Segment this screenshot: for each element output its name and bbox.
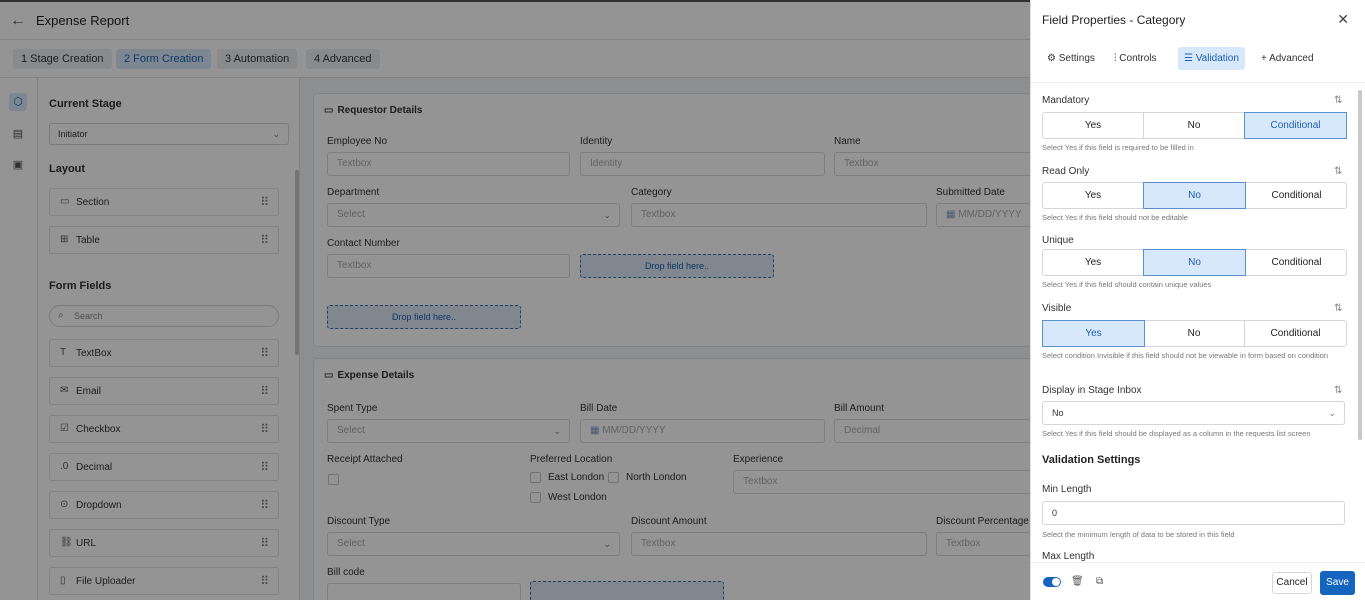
tab-controls[interactable]: ⫶ Controls (1108, 47, 1163, 70)
mandatory-yes[interactable]: Yes (1043, 113, 1144, 138)
plus-icon: + (1261, 53, 1270, 64)
min-length-hint: Select the minimum length of data to be … (1042, 530, 1235, 539)
display-inbox-label: Display in Stage Inbox (1042, 385, 1142, 396)
mandatory-hint: Select Yes if this field is required to … (1042, 143, 1194, 152)
display-inbox-hint: Select Yes if this field should be displ… (1042, 429, 1311, 438)
min-length-label: Min Length (1042, 484, 1092, 495)
copy-icon[interactable]: ⧉ (1096, 576, 1103, 587)
unique-toggle-group: Yes No Conditional (1042, 249, 1347, 276)
display-inbox-select[interactable]: No ⌄ (1042, 401, 1345, 425)
read-only-toggle-group: Yes No Conditional (1042, 182, 1347, 209)
unique-hint: Select Yes if this field should contain … (1042, 280, 1212, 289)
panel-title: Field Properties - Category (1042, 13, 1186, 27)
modal-overlay[interactable] (0, 0, 1030, 600)
cancel-button[interactable]: Cancel (1272, 572, 1312, 594)
enabled-toggle[interactable] (1043, 577, 1061, 587)
save-button[interactable]: Save (1320, 571, 1355, 595)
condition-rules-icon[interactable]: ⇅ (1334, 95, 1342, 106)
tab-validation[interactable]: ☰ Validation (1178, 47, 1245, 70)
validation-settings-heading: Validation Settings (1042, 454, 1141, 466)
condition-rules-icon[interactable]: ⇅ (1334, 303, 1342, 314)
visible-no[interactable]: No (1144, 321, 1245, 346)
visible-conditional[interactable]: Conditional (1245, 321, 1346, 346)
unique-no[interactable]: No (1143, 249, 1246, 276)
condition-rules-icon[interactable]: ⇅ (1334, 385, 1342, 396)
field-properties-panel: Field Properties - Category ✕ ⚙ Settings… (1030, 0, 1365, 600)
read-only-no[interactable]: No (1143, 182, 1246, 209)
read-only-conditional[interactable]: Conditional (1246, 183, 1347, 208)
list-check-icon: ☰ (1184, 53, 1196, 64)
tab-advanced[interactable]: + Advanced (1255, 47, 1320, 70)
read-only-yes[interactable]: Yes (1043, 183, 1144, 208)
condition-rules-icon[interactable]: ⇅ (1334, 166, 1342, 177)
visible-yes[interactable]: Yes (1042, 320, 1145, 347)
min-length-input[interactable]: 0 (1042, 501, 1345, 525)
read-only-label: Read Only (1042, 166, 1090, 177)
unique-yes[interactable]: Yes (1043, 250, 1144, 275)
trash-icon[interactable]: 🗑 (1071, 576, 1084, 587)
mandatory-conditional[interactable]: Conditional (1244, 112, 1347, 139)
max-length-label: Max Length (1042, 551, 1095, 562)
tab-settings[interactable]: ⚙ Settings (1041, 47, 1101, 70)
gear-icon: ⚙ (1047, 53, 1059, 64)
panel-scrollbar[interactable] (1358, 90, 1362, 440)
app: ← Expense Report 1 Stage Creation 2 Form… (0, 0, 1365, 600)
unique-conditional[interactable]: Conditional (1246, 250, 1347, 275)
read-only-hint: Select Yes if this field should not be e… (1042, 213, 1188, 222)
chevron-down-icon: ⌄ (1328, 408, 1336, 418)
visible-hint: Select condition Invisible if this field… (1042, 351, 1329, 360)
visible-label: Visible (1042, 303, 1072, 314)
close-icon[interactable]: ✕ (1337, 11, 1349, 28)
panel-footer: 🗑 ⧉ Cancel Save (1031, 562, 1365, 600)
panel-body: Mandatory ⇅ Yes No Conditional Select Ye… (1031, 82, 1365, 562)
mandatory-label: Mandatory (1042, 95, 1090, 106)
mandatory-toggle-group: Yes No Conditional (1042, 112, 1347, 139)
visible-toggle-group: Yes No Conditional (1042, 320, 1347, 347)
unique-label: Unique (1042, 235, 1074, 246)
mandatory-no[interactable]: No (1144, 113, 1245, 138)
